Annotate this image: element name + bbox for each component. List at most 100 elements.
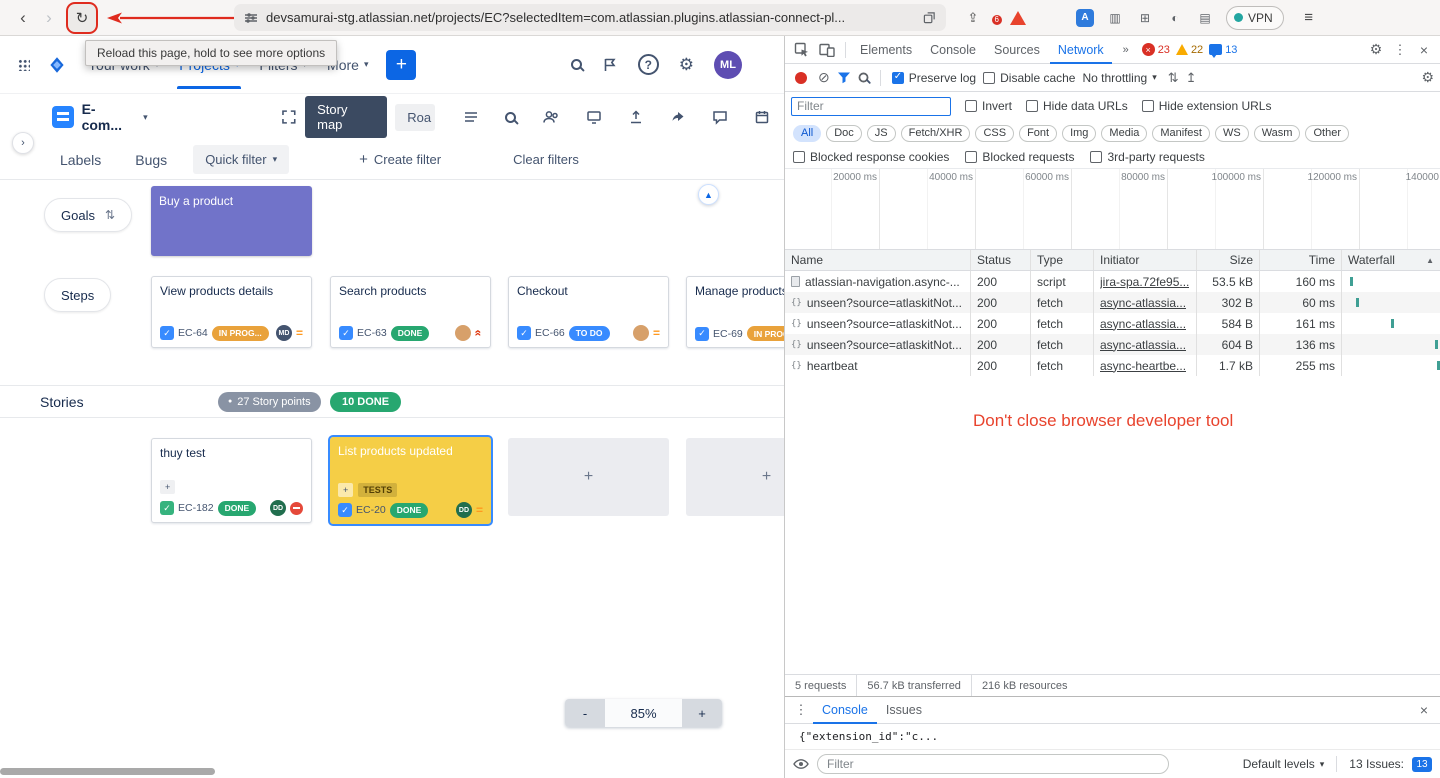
inspect-icon[interactable] bbox=[789, 38, 813, 62]
help-icon[interactable]: ? bbox=[638, 54, 659, 75]
filter-chip-css[interactable]: CSS bbox=[975, 125, 1014, 142]
warning-icon[interactable] bbox=[1176, 44, 1188, 55]
console-message[interactable]: {"extension_id":"c... bbox=[785, 724, 1440, 750]
initiator-link[interactable]: async-heartbe... bbox=[1100, 359, 1186, 373]
close-devtools-icon[interactable]: × bbox=[1412, 38, 1436, 62]
error-icon[interactable]: × bbox=[1142, 43, 1155, 56]
network-request-row[interactable]: unseen?source=atlaskitNot... 200 fetch a… bbox=[785, 313, 1440, 334]
share-icon[interactable] bbox=[670, 109, 686, 125]
reader-extension-icon[interactable]: ▥ bbox=[1106, 9, 1124, 27]
tab-sources[interactable]: Sources bbox=[986, 36, 1048, 64]
view-roadmap-button[interactable]: Roa bbox=[395, 104, 435, 131]
column-size[interactable]: Size bbox=[1197, 250, 1260, 270]
app-switcher-icon[interactable] bbox=[18, 59, 30, 71]
create-filter-button[interactable]: + Create filter bbox=[359, 151, 441, 168]
assignee-avatar[interactable]: DD bbox=[270, 500, 286, 516]
preserve-log-checkbox[interactable]: Preserve log bbox=[892, 71, 976, 85]
clear-filters-button[interactable]: Clear filters bbox=[513, 152, 579, 167]
third-party-checkbox[interactable]: 3rd-party requests bbox=[1090, 150, 1204, 164]
blocked-cookies-checkbox[interactable]: Blocked response cookies bbox=[793, 150, 949, 164]
hide-data-urls-checkbox[interactable]: Hide data URLs bbox=[1026, 99, 1128, 113]
board-search-icon[interactable] bbox=[505, 112, 516, 123]
assignee-avatar[interactable] bbox=[633, 325, 649, 341]
chevron-down-icon[interactable]: ▾ bbox=[143, 112, 148, 123]
column-waterfall[interactable]: Waterfall ▲ bbox=[1342, 250, 1440, 270]
site-settings-icon[interactable] bbox=[244, 11, 258, 25]
step-card[interactable]: Checkout ✓ EC-66 TO DO = bbox=[508, 276, 669, 348]
filter-chip-fetch[interactable]: Fetch/XHR bbox=[901, 125, 971, 142]
jira-logo[interactable] bbox=[46, 54, 68, 76]
project-avatar[interactable] bbox=[52, 106, 74, 128]
blocked-requests-checkbox[interactable]: Blocked requests bbox=[965, 150, 1074, 164]
forward-button[interactable]: › bbox=[36, 5, 62, 31]
drawer-tab-console[interactable]: Console bbox=[813, 697, 877, 724]
eye-icon[interactable] bbox=[793, 757, 809, 771]
import-har-icon[interactable]: ↥ bbox=[1186, 70, 1197, 86]
zoom-in-button[interactable]: + bbox=[682, 699, 722, 727]
network-request-row[interactable]: unseen?source=atlaskitNot... 200 fetch a… bbox=[785, 292, 1440, 313]
network-request-row[interactable]: atlassian-navigation.async-... 200 scrip… bbox=[785, 271, 1440, 292]
dev-extension-icon[interactable]: ⊞ bbox=[1136, 9, 1154, 27]
create-button[interactable]: + bbox=[386, 50, 416, 80]
more-tabs-icon[interactable]: » bbox=[1114, 38, 1138, 62]
filter-chip-media[interactable]: Media bbox=[1101, 125, 1147, 142]
story-card-selected[interactable]: List products updated + TESTS ✓ EC-20 DO… bbox=[330, 437, 491, 524]
filter-chip-other[interactable]: Other bbox=[1305, 125, 1349, 142]
column-status[interactable]: Status bbox=[971, 250, 1031, 270]
contrast-icon[interactable]: ◐ bbox=[1166, 9, 1184, 27]
drawer-kebab-icon[interactable]: ⋮ bbox=[789, 698, 813, 722]
extract-icon[interactable]: ⇪ bbox=[960, 5, 986, 31]
initiator-link[interactable]: async-atlassia... bbox=[1100, 317, 1186, 331]
disable-cache-checkbox[interactable]: Disable cache bbox=[983, 71, 1075, 85]
gear-icon[interactable]: ⚙ bbox=[679, 55, 694, 75]
selected-checkbox[interactable]: ✓ bbox=[338, 503, 352, 517]
filter-chip-font[interactable]: Font bbox=[1019, 125, 1057, 142]
filter-chip-all[interactable]: All bbox=[793, 125, 821, 142]
story-card[interactable]: thuy test + ✓ EC-182 DONE DD bbox=[151, 438, 312, 523]
issues-icon[interactable] bbox=[1209, 44, 1222, 55]
bugs-button[interactable]: Bugs bbox=[135, 152, 167, 168]
column-type[interactable]: Type bbox=[1031, 250, 1094, 270]
step-card[interactable]: View products details ✓ EC-64 IN PROG...… bbox=[151, 276, 312, 348]
export-icon[interactable] bbox=[628, 109, 644, 125]
triangle-extension-icon[interactable] bbox=[1010, 11, 1026, 25]
reload-button[interactable]: ↻ bbox=[68, 4, 96, 32]
network-conditions-icon[interactable]: ⇅ bbox=[1168, 70, 1179, 86]
filter-chip-doc[interactable]: Doc bbox=[826, 125, 862, 142]
initiator-link[interactable]: async-atlassia... bbox=[1100, 338, 1186, 352]
collapse-panel-button[interactable]: › bbox=[12, 132, 34, 154]
filter-funnel-icon[interactable] bbox=[837, 71, 851, 84]
project-name[interactable]: E-com... bbox=[82, 101, 135, 133]
back-button[interactable]: ‹ bbox=[10, 5, 36, 31]
filter-chip-img[interactable]: Img bbox=[1062, 125, 1096, 142]
log-levels-select[interactable]: Default levels ▾ bbox=[1243, 757, 1325, 771]
comment-icon[interactable] bbox=[712, 109, 728, 125]
column-name[interactable]: Name bbox=[785, 250, 971, 270]
column-time[interactable]: Time bbox=[1260, 250, 1342, 270]
invert-checkbox[interactable]: Invert bbox=[965, 99, 1012, 113]
panel-icon[interactable]: ▤ bbox=[1196, 9, 1214, 27]
user-avatar[interactable]: ML bbox=[714, 51, 742, 79]
initiator-link[interactable]: jira-spa.72fe95... bbox=[1100, 275, 1189, 289]
copy-icon[interactable] bbox=[923, 11, 936, 24]
throttling-select[interactable]: No throttling ▾ bbox=[1082, 71, 1156, 85]
kebab-menu-icon[interactable]: ⋮ bbox=[1388, 38, 1412, 62]
network-request-row[interactable]: heartbeat 200 fetch async-heartbe... 1.7… bbox=[785, 355, 1440, 376]
issues-counter-badge[interactable]: 13 bbox=[1412, 757, 1432, 772]
search-icon[interactable] bbox=[571, 59, 582, 70]
view-story-map-button[interactable]: Story map bbox=[305, 96, 387, 138]
add-story-placeholder[interactable]: + bbox=[686, 438, 784, 516]
warning-count[interactable]: 22 bbox=[1191, 44, 1203, 56]
console-filter-input[interactable] bbox=[817, 754, 1169, 774]
issues-count[interactable]: 13 bbox=[1225, 44, 1237, 56]
quick-filter-button[interactable]: Quick filter ▾ bbox=[193, 145, 289, 174]
zoom-out-button[interactable]: - bbox=[565, 699, 605, 727]
filter-chip-js[interactable]: JS bbox=[867, 125, 896, 142]
tab-console[interactable]: Console bbox=[922, 36, 984, 64]
tab-network[interactable]: Network bbox=[1050, 36, 1112, 64]
drawer-tab-issues[interactable]: Issues bbox=[877, 697, 931, 724]
assignee-avatar[interactable] bbox=[455, 325, 471, 341]
assignee-avatar[interactable]: DD bbox=[456, 502, 472, 518]
add-icon[interactable]: + bbox=[160, 480, 175, 494]
filter-chip-ws[interactable]: WS bbox=[1215, 125, 1249, 142]
